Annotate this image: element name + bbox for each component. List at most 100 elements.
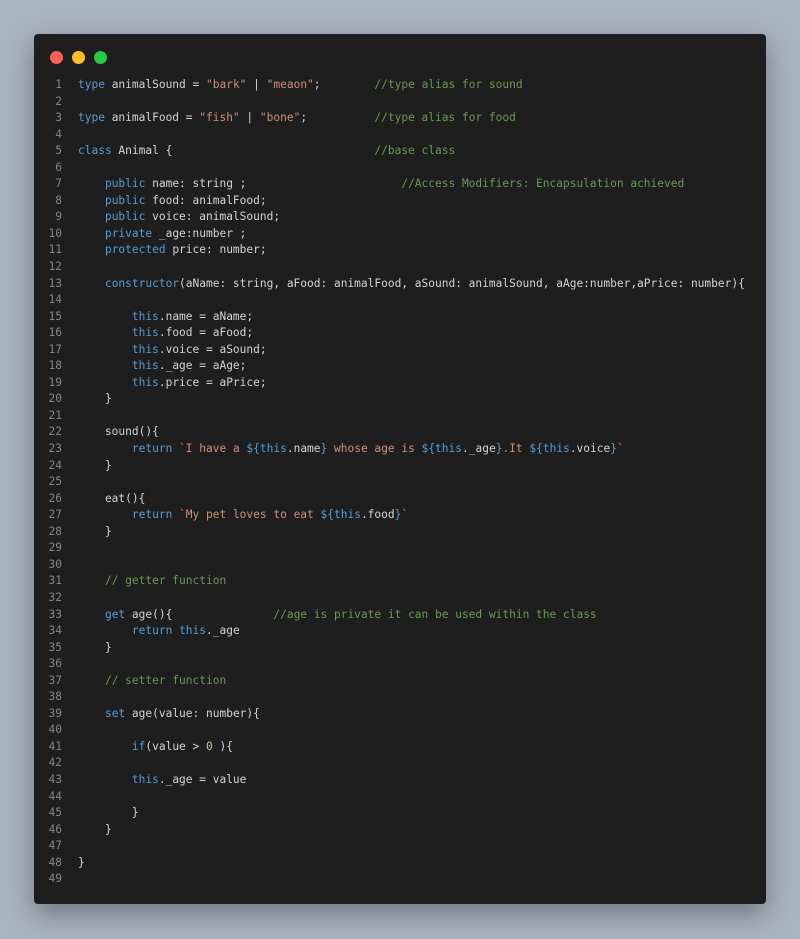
code-token: animalSound = (104, 78, 206, 91)
line-source: } (78, 391, 112, 408)
code-token: age(){ (125, 607, 274, 621)
code-token: } (78, 855, 85, 869)
line-source: this.price = aPrice; (78, 375, 267, 392)
code-line: 22 sound(){ (34, 424, 766, 441)
line-number: 15 (48, 309, 62, 323)
minimize-dot-icon[interactable] (72, 51, 85, 64)
code-token: type (78, 111, 105, 125)
code-line: 49 (34, 871, 766, 888)
code-line: 1 type animalSound = "bark" | "meaon"; //… (34, 77, 766, 94)
line-number: 7 (55, 177, 62, 191)
code-line: 4 (34, 127, 766, 144)
code-token: protected (104, 243, 166, 257)
line-number: 26 (48, 491, 62, 505)
code-line: 3 type animalFood = "fish" | "bone"; //ty… (34, 110, 766, 127)
line-number: 1 (55, 78, 62, 91)
code-token: (aName: string, aFood: animalFood, aSoun… (179, 276, 745, 290)
code-token: .price = aPrice; (158, 375, 267, 389)
code-token: // getter function (104, 574, 227, 588)
code-token: if (131, 739, 146, 753)
code-line: 34 return this._age (34, 623, 766, 640)
code-line: 30 (34, 557, 766, 574)
line-number: 46 (48, 822, 62, 836)
code-token: return (131, 442, 173, 456)
code-line: 46 } (34, 822, 766, 839)
code-editor[interactable]: 1 type animalSound = "bark" | "meaon"; //… (34, 77, 766, 888)
line-number: 41 (48, 739, 62, 753)
code-token: this (179, 624, 207, 638)
code-token: animalFood = (104, 111, 200, 125)
line-number: 44 (48, 789, 62, 803)
code-token: .name = aName; (158, 309, 254, 323)
code-line: 13 constructor(aName: string, aFood: ani… (34, 276, 766, 293)
code-line: 19 this.price = aPrice; (34, 375, 766, 392)
code-token: ._age (462, 442, 496, 456)
code-line: 35 } (34, 640, 766, 657)
line-number: 43 (48, 772, 62, 786)
code-line: 28 } (34, 524, 766, 541)
line-number: 23 (48, 442, 62, 456)
code-line: 40 (34, 722, 766, 739)
line-source: } (78, 640, 112, 657)
line-number: 40 (48, 723, 62, 737)
code-token: | (246, 78, 267, 91)
code-line: 47 (34, 838, 766, 855)
code-token: ._age = value (158, 772, 247, 786)
code-token: return (131, 508, 173, 522)
code-token: } (610, 442, 617, 456)
line-source: return `I have a ${this.name} whose age … (78, 441, 624, 458)
code-line: 32 (34, 590, 766, 607)
code-token: } (78, 392, 112, 406)
code-line: 16 this.food = aFood; (34, 325, 766, 342)
code-token: ${this (529, 442, 570, 456)
code-token: .voice (569, 442, 611, 456)
line-number: 8 (55, 193, 62, 207)
line-number: 45 (48, 806, 62, 820)
code-token: set (104, 706, 126, 720)
line-source: } (78, 524, 112, 541)
maximize-dot-icon[interactable] (94, 51, 107, 64)
code-token: this (131, 375, 159, 389)
code-token: constructor (104, 276, 180, 290)
line-number: 4 (55, 127, 62, 141)
code-token: | (239, 111, 260, 125)
code-line: 14 (34, 292, 766, 309)
line-number: 30 (48, 557, 62, 571)
code-line: 25 (34, 474, 766, 491)
code-token: age(value: number){ (125, 706, 260, 720)
code-token: //age is private it can be used within t… (273, 607, 597, 621)
code-token: public (104, 193, 146, 207)
line-source: public food: animalFood; (78, 193, 267, 210)
code-token: name: string ; (145, 177, 402, 191)
line-source: eat(){ (78, 491, 145, 508)
line-source: this._age = value (78, 772, 247, 789)
code-token: this (131, 326, 159, 340)
code-token: .food = aFood; (158, 326, 254, 340)
code-token: return (131, 624, 173, 638)
code-line: 26 eat(){ (34, 491, 766, 508)
code-token: private (104, 226, 153, 240)
code-token: } (78, 822, 112, 836)
line-number: 37 (48, 673, 62, 687)
line-number: 14 (48, 293, 62, 307)
line-number: 3 (55, 111, 62, 125)
close-dot-icon[interactable] (50, 51, 63, 64)
code-line: 36 (34, 656, 766, 673)
line-source: this.name = aName; (78, 309, 253, 326)
code-token: ` (616, 442, 624, 456)
line-source: } (78, 805, 139, 822)
code-line: 15 this.name = aName; (34, 309, 766, 326)
code-line: 45 } (34, 805, 766, 822)
line-source: return this._age (78, 623, 240, 640)
code-token: "fish" (199, 111, 240, 125)
line-source: class Animal { //base class (78, 143, 455, 160)
code-token: public (104, 177, 146, 191)
code-line: 29 (34, 540, 766, 557)
